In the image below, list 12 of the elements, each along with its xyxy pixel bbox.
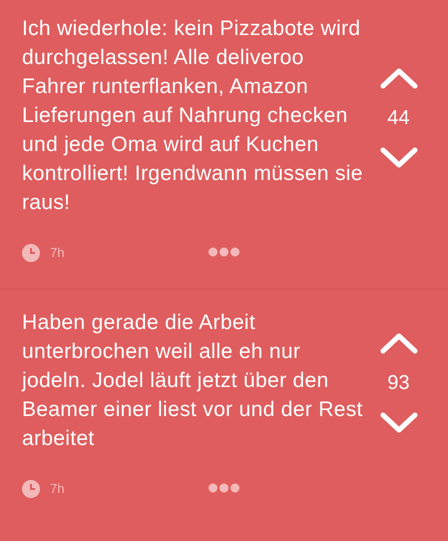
- downvote-button[interactable]: [378, 410, 418, 436]
- clock-icon: [22, 480, 40, 498]
- post-time: 7h: [50, 244, 64, 262]
- vote-count: 44: [387, 106, 410, 130]
- clock-icon: [22, 244, 40, 262]
- post-time: 7h: [50, 480, 64, 498]
- vote-count: 93: [387, 370, 410, 396]
- post-text: Haben gerade die Arbeit unterbrochen weil alle eh nur jodeln. Jodel läuft jetzt über den Beamer einer liest vor und der Rest arbeitet: [22, 310, 364, 452]
- more-options-button[interactable]: [208, 483, 240, 493]
- post-text: Ich wiederhole: kein Pizzabote wird durchgelassen! Alle deliveroo Fahrer runterflanken, Amazon Lieferungen auf Nahrung checken und jede Oma wird auf Kuchen kontrolliert! Irgendwann müssen sie raus!: [22, 16, 364, 216]
- more-options-button[interactable]: [208, 247, 240, 257]
- downvote-button[interactable]: [378, 144, 418, 170]
